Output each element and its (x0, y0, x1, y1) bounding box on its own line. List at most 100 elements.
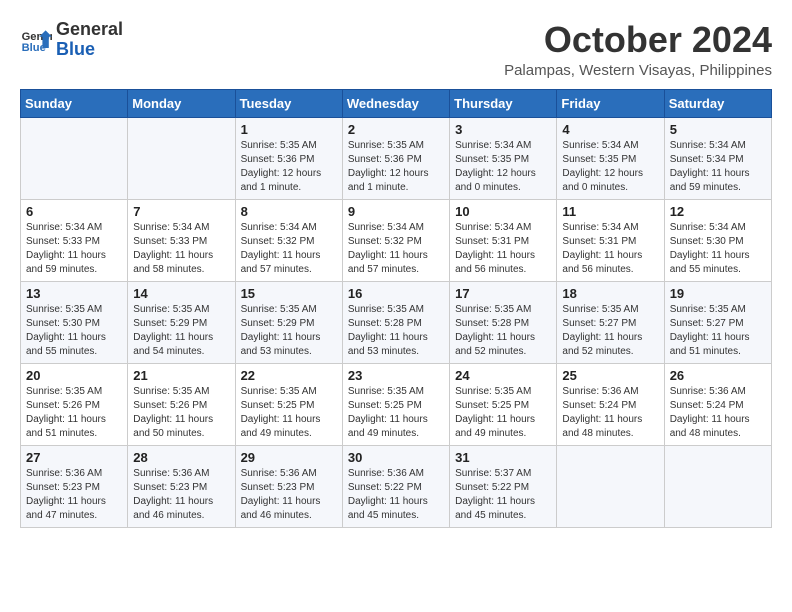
day-number: 31 (455, 450, 551, 465)
day-info: Sunrise: 5:35 AM Sunset: 5:29 PM Dayligh… (241, 303, 337, 359)
day-info: Sunrise: 5:35 AM Sunset: 5:25 PM Dayligh… (455, 385, 551, 441)
day-number: 10 (455, 204, 551, 219)
day-info: Sunrise: 5:36 AM Sunset: 5:23 PM Dayligh… (26, 467, 122, 523)
day-number: 18 (562, 286, 658, 301)
calendar-cell: 31 Sunrise: 5:37 AM Sunset: 5:22 PM Dayli… (450, 445, 557, 527)
weekday-header-saturday: Saturday (664, 89, 771, 117)
calendar-cell: 17Sunrise: 5:35 AM Sunset: 5:28 PM Dayli… (450, 281, 557, 363)
day-info: Sunrise: 5:35 AM Sunset: 5:27 PM Dayligh… (562, 303, 658, 359)
month-title: October 2024 (504, 20, 772, 60)
logo-text: General Blue (56, 20, 123, 60)
day-info: Sunrise: 5:34 AM Sunset: 5:32 PM Dayligh… (348, 221, 444, 277)
calendar-cell: 21 Sunrise: 5:35 AM Sunset: 5:26 PM Dayli… (128, 363, 235, 445)
svg-text:Blue: Blue (22, 42, 46, 54)
day-info: Sunrise: 5:36 AM Sunset: 5:23 PM Dayligh… (241, 467, 337, 523)
day-number: 6 (26, 204, 122, 219)
logo-icon: General Blue (20, 24, 52, 56)
weekday-header-row: SundayMondayTuesdayWednesdayThursdayFrid… (21, 89, 772, 117)
calendar-cell: 23 Sunrise: 5:35 AM Sunset: 5:25 PM Dayli… (342, 363, 449, 445)
calendar-cell: 25Sunrise: 5:36 AM Sunset: 5:24 PM Dayli… (557, 363, 664, 445)
day-number: 30 (348, 450, 444, 465)
day-info: Sunrise: 5:34 AM Sunset: 5:35 PM Dayligh… (455, 139, 551, 195)
calendar-cell: 30 Sunrise: 5:36 AM Sunset: 5:22 PM Dayli… (342, 445, 449, 527)
weekday-header-wednesday: Wednesday (342, 89, 449, 117)
calendar-cell: 7Sunrise: 5:34 AM Sunset: 5:33 PM Daylig… (128, 199, 235, 281)
weekday-header-monday: Monday (128, 89, 235, 117)
day-number: 5 (670, 122, 766, 137)
calendar-table: SundayMondayTuesdayWednesdayThursdayFrid… (20, 89, 772, 528)
day-number: 16 (348, 286, 444, 301)
calendar-week-row: 6 Sunrise: 5:34 AM Sunset: 5:33 PM Daylig… (21, 199, 772, 281)
calendar-cell: 16 Sunrise: 5:35 AM Sunset: 5:28 PM Dayli… (342, 281, 449, 363)
calendar-cell: 4Sunrise: 5:34 AM Sunset: 5:35 PM Daylig… (557, 117, 664, 199)
day-info: Sunrise: 5:36 AM Sunset: 5:22 PM Dayligh… (348, 467, 444, 523)
day-info: Sunrise: 5:35 AM Sunset: 5:28 PM Dayligh… (348, 303, 444, 359)
day-info: Sunrise: 5:37 AM Sunset: 5:22 PM Dayligh… (455, 467, 551, 523)
calendar-cell: 9 Sunrise: 5:34 AM Sunset: 5:32 PM Daylig… (342, 199, 449, 281)
day-number: 20 (26, 368, 122, 383)
calendar-cell: 24 Sunrise: 5:35 AM Sunset: 5:25 PM Dayli… (450, 363, 557, 445)
day-number: 7 (133, 204, 229, 219)
calendar-cell: 2 Sunrise: 5:35 AM Sunset: 5:36 PM Daylig… (342, 117, 449, 199)
day-info: Sunrise: 5:35 AM Sunset: 5:30 PM Dayligh… (26, 303, 122, 359)
day-number: 24 (455, 368, 551, 383)
calendar-cell: 29 Sunrise: 5:36 AM Sunset: 5:23 PM Dayli… (235, 445, 342, 527)
day-info: Sunrise: 5:35 AM Sunset: 5:26 PM Dayligh… (133, 385, 229, 441)
calendar-cell (664, 445, 771, 527)
calendar-cell: 6 Sunrise: 5:34 AM Sunset: 5:33 PM Daylig… (21, 199, 128, 281)
day-number: 21 (133, 368, 229, 383)
calendar-cell: 12 Sunrise: 5:34 AM Sunset: 5:30 PM Dayli… (664, 199, 771, 281)
day-number: 12 (670, 204, 766, 219)
calendar-cell: 11Sunrise: 5:34 AM Sunset: 5:31 PM Dayli… (557, 199, 664, 281)
day-number: 9 (348, 204, 444, 219)
calendar-week-row: 27 Sunrise: 5:36 AM Sunset: 5:23 PM Dayli… (21, 445, 772, 527)
weekday-header-friday: Friday (557, 89, 664, 117)
day-number: 3 (455, 122, 551, 137)
weekday-header-thursday: Thursday (450, 89, 557, 117)
day-number: 25 (562, 368, 658, 383)
day-number: 13 (26, 286, 122, 301)
day-number: 15 (241, 286, 337, 301)
calendar-cell: 26Sunrise: 5:36 AM Sunset: 5:24 PM Dayli… (664, 363, 771, 445)
calendar-cell: 28 Sunrise: 5:36 AM Sunset: 5:23 PM Dayli… (128, 445, 235, 527)
day-number: 29 (241, 450, 337, 465)
page-header: General Blue General Blue October 2024 P… (20, 20, 772, 79)
day-number: 26 (670, 368, 766, 383)
day-number: 2 (348, 122, 444, 137)
day-info: Sunrise: 5:36 AM Sunset: 5:23 PM Dayligh… (133, 467, 229, 523)
calendar-cell: 22Sunrise: 5:35 AM Sunset: 5:25 PM Dayli… (235, 363, 342, 445)
day-number: 28 (133, 450, 229, 465)
calendar-cell: 14Sunrise: 5:35 AM Sunset: 5:29 PM Dayli… (128, 281, 235, 363)
calendar-cell: 8Sunrise: 5:34 AM Sunset: 5:32 PM Daylig… (235, 199, 342, 281)
calendar-cell: 27 Sunrise: 5:36 AM Sunset: 5:23 PM Dayli… (21, 445, 128, 527)
day-number: 19 (670, 286, 766, 301)
calendar-cell: 18 Sunrise: 5:35 AM Sunset: 5:27 PM Dayli… (557, 281, 664, 363)
calendar-cell: 3 Sunrise: 5:34 AM Sunset: 5:35 PM Daylig… (450, 117, 557, 199)
day-info: Sunrise: 5:35 AM Sunset: 5:36 PM Dayligh… (348, 139, 444, 195)
title-block: October 2024 Palampas, Western Visayas, … (504, 20, 772, 79)
logo: General Blue General Blue (20, 20, 123, 60)
day-info: Sunrise: 5:34 AM Sunset: 5:31 PM Dayligh… (455, 221, 551, 277)
day-number: 23 (348, 368, 444, 383)
day-info: Sunrise: 5:35 AM Sunset: 5:29 PM Dayligh… (133, 303, 229, 359)
location-subtitle: Palampas, Western Visayas, Philippines (504, 62, 772, 79)
day-info: Sunrise: 5:34 AM Sunset: 5:34 PM Dayligh… (670, 139, 766, 195)
calendar-cell (128, 117, 235, 199)
calendar-cell: 15 Sunrise: 5:35 AM Sunset: 5:29 PM Dayli… (235, 281, 342, 363)
calendar-cell: 10 Sunrise: 5:34 AM Sunset: 5:31 PM Dayli… (450, 199, 557, 281)
day-info: Sunrise: 5:34 AM Sunset: 5:30 PM Dayligh… (670, 221, 766, 277)
calendar-cell: 1Sunrise: 5:35 AM Sunset: 5:36 PM Daylig… (235, 117, 342, 199)
day-info: Sunrise: 5:34 AM Sunset: 5:33 PM Dayligh… (26, 221, 122, 277)
weekday-header-sunday: Sunday (21, 89, 128, 117)
day-number: 27 (26, 450, 122, 465)
day-info: Sunrise: 5:35 AM Sunset: 5:27 PM Dayligh… (670, 303, 766, 359)
calendar-cell (21, 117, 128, 199)
calendar-week-row: 1Sunrise: 5:35 AM Sunset: 5:36 PM Daylig… (21, 117, 772, 199)
calendar-cell: 19 Sunrise: 5:35 AM Sunset: 5:27 PM Dayli… (664, 281, 771, 363)
calendar-week-row: 20 Sunrise: 5:35 AM Sunset: 5:26 PM Dayli… (21, 363, 772, 445)
day-info: Sunrise: 5:35 AM Sunset: 5:25 PM Dayligh… (348, 385, 444, 441)
day-number: 8 (241, 204, 337, 219)
calendar-cell: 13 Sunrise: 5:35 AM Sunset: 5:30 PM Dayli… (21, 281, 128, 363)
calendar-cell (557, 445, 664, 527)
day-info: Sunrise: 5:35 AM Sunset: 5:26 PM Dayligh… (26, 385, 122, 441)
